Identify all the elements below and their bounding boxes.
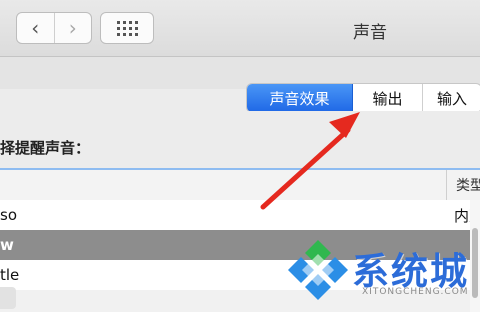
resize-handle[interactable]	[0, 287, 16, 309]
row-name: tle	[0, 266, 20, 284]
watermark-logo-icon	[288, 240, 348, 300]
grid-icon	[116, 20, 138, 36]
row-name: w	[0, 236, 14, 254]
show-all-button[interactable]	[100, 12, 154, 44]
watermark-domain: XITONGCHENG.COM	[362, 287, 469, 297]
chevron-right-icon: ›	[68, 16, 77, 40]
forward-button[interactable]: ›	[53, 13, 92, 43]
table-header	[0, 170, 480, 201]
chevron-left-icon: ‹	[31, 16, 40, 40]
sound-preferences-window: ‹ › 声音 声音效果 输出 输入 择提醒声音： 类型 so 内 w tle 系…	[0, 0, 480, 312]
type-column-header[interactable]: 类型	[456, 175, 480, 195]
tab-sound-effects-label: 声音效果	[269, 89, 330, 108]
back-button[interactable]: ‹	[17, 13, 54, 43]
table-row[interactable]: so 内建	[0, 200, 480, 230]
tab-output[interactable]: 输出	[353, 84, 423, 112]
row-name: so	[0, 206, 17, 224]
tab-control: 声音效果 输出 输入	[246, 83, 480, 113]
alert-sound-label: 择提醒声音：	[0, 139, 91, 157]
tab-output-label: 输出	[372, 89, 403, 108]
title-bar: ‹ › 声音	[0, 0, 480, 57]
tab-sound-effects[interactable]: 声音效果	[247, 84, 353, 112]
window-title: 声音	[353, 23, 387, 43]
tab-input-label: 输入	[436, 89, 467, 108]
watermark: 系统城 XITONGCHENG.COM	[286, 234, 480, 306]
navigation-buttons: ‹ ›	[16, 12, 92, 44]
tab-input[interactable]: 输入	[423, 84, 480, 112]
column-separator[interactable]	[446, 170, 447, 200]
